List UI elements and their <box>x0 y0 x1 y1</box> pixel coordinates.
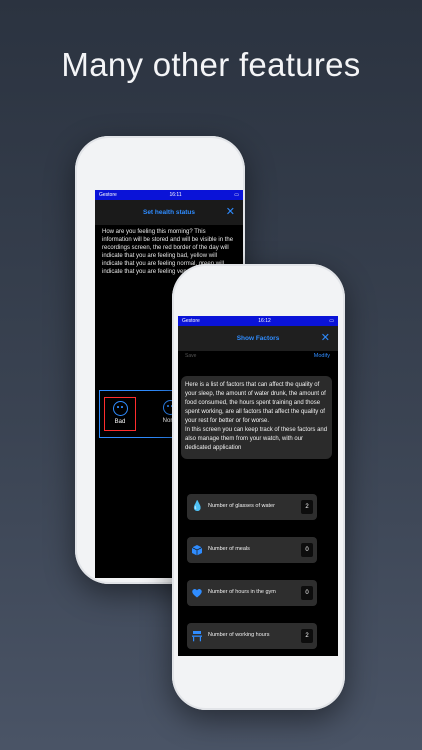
factor-value[interactable]: 2 <box>301 500 313 514</box>
mood-label: Bad <box>114 419 126 425</box>
close-icon[interactable]: ✕ <box>321 333 330 344</box>
factor-value[interactable]: 0 <box>301 586 313 600</box>
info-paragraph: Here is a list of factors that can affec… <box>185 382 326 424</box>
headline: Many other features <box>61 46 361 83</box>
factors-info-card: Here is a list of factors that can affec… <box>181 376 332 459</box>
status-time: 16:12 <box>258 318 271 324</box>
status-bar: Gestore 16:11 ▭ <box>95 190 243 200</box>
battery-icon: ▭ <box>234 192 239 198</box>
carrier-label: Gestore <box>182 318 200 324</box>
action-row: Save Modify <box>178 351 338 363</box>
screen-title: Show Factors <box>236 335 280 342</box>
desk-icon <box>191 630 203 642</box>
factor-label: Number of working hours <box>208 632 270 638</box>
smiley-face-icon <box>112 401 128 416</box>
water-drop-icon: 💧 <box>191 501 204 512</box>
front-phone: Gestore 16:12 ▭ Show Factors ✕ Save Modi… <box>172 264 345 710</box>
modify-button[interactable]: Modify <box>314 353 330 359</box>
close-icon[interactable]: ✕ <box>226 207 235 218</box>
factor-row-meals[interactable]: Number of meals 0 <box>187 537 317 563</box>
save-button[interactable]: Save <box>185 353 196 359</box>
heart-icon <box>191 587 203 599</box>
battery-icon: ▭ <box>329 318 334 324</box>
nav-bar: Set health status ✕ <box>95 200 243 225</box>
screen-title: Set health status <box>142 209 195 216</box>
status-time: 16:11 <box>169 192 182 198</box>
factor-row-water[interactable]: 💧 Number of glasses of water 2 <box>187 494 317 520</box>
show-factors-screen: Gestore 16:12 ▭ Show Factors ✕ Save Modi… <box>178 316 338 656</box>
mood-option-bad[interactable]: Bad <box>104 397 136 431</box>
factor-value[interactable]: 0 <box>301 543 313 557</box>
factor-label: Number of glasses of water <box>208 503 275 509</box>
factor-value[interactable]: 2 <box>301 629 313 643</box>
food-box-icon <box>191 544 203 556</box>
info-paragraph: In this screen you can keep track of the… <box>185 427 328 451</box>
factor-label: Number of meals <box>208 546 250 552</box>
carrier-label: Gestore <box>99 192 117 198</box>
factor-row-work[interactable]: Number of working hours 2 <box>187 623 317 649</box>
factor-label: Number of hours in the gym <box>208 589 276 595</box>
nav-bar: Show Factors ✕ <box>178 326 338 351</box>
factor-row-gym[interactable]: Number of hours in the gym 0 <box>187 580 317 606</box>
status-bar: Gestore 16:12 ▭ <box>178 316 338 326</box>
